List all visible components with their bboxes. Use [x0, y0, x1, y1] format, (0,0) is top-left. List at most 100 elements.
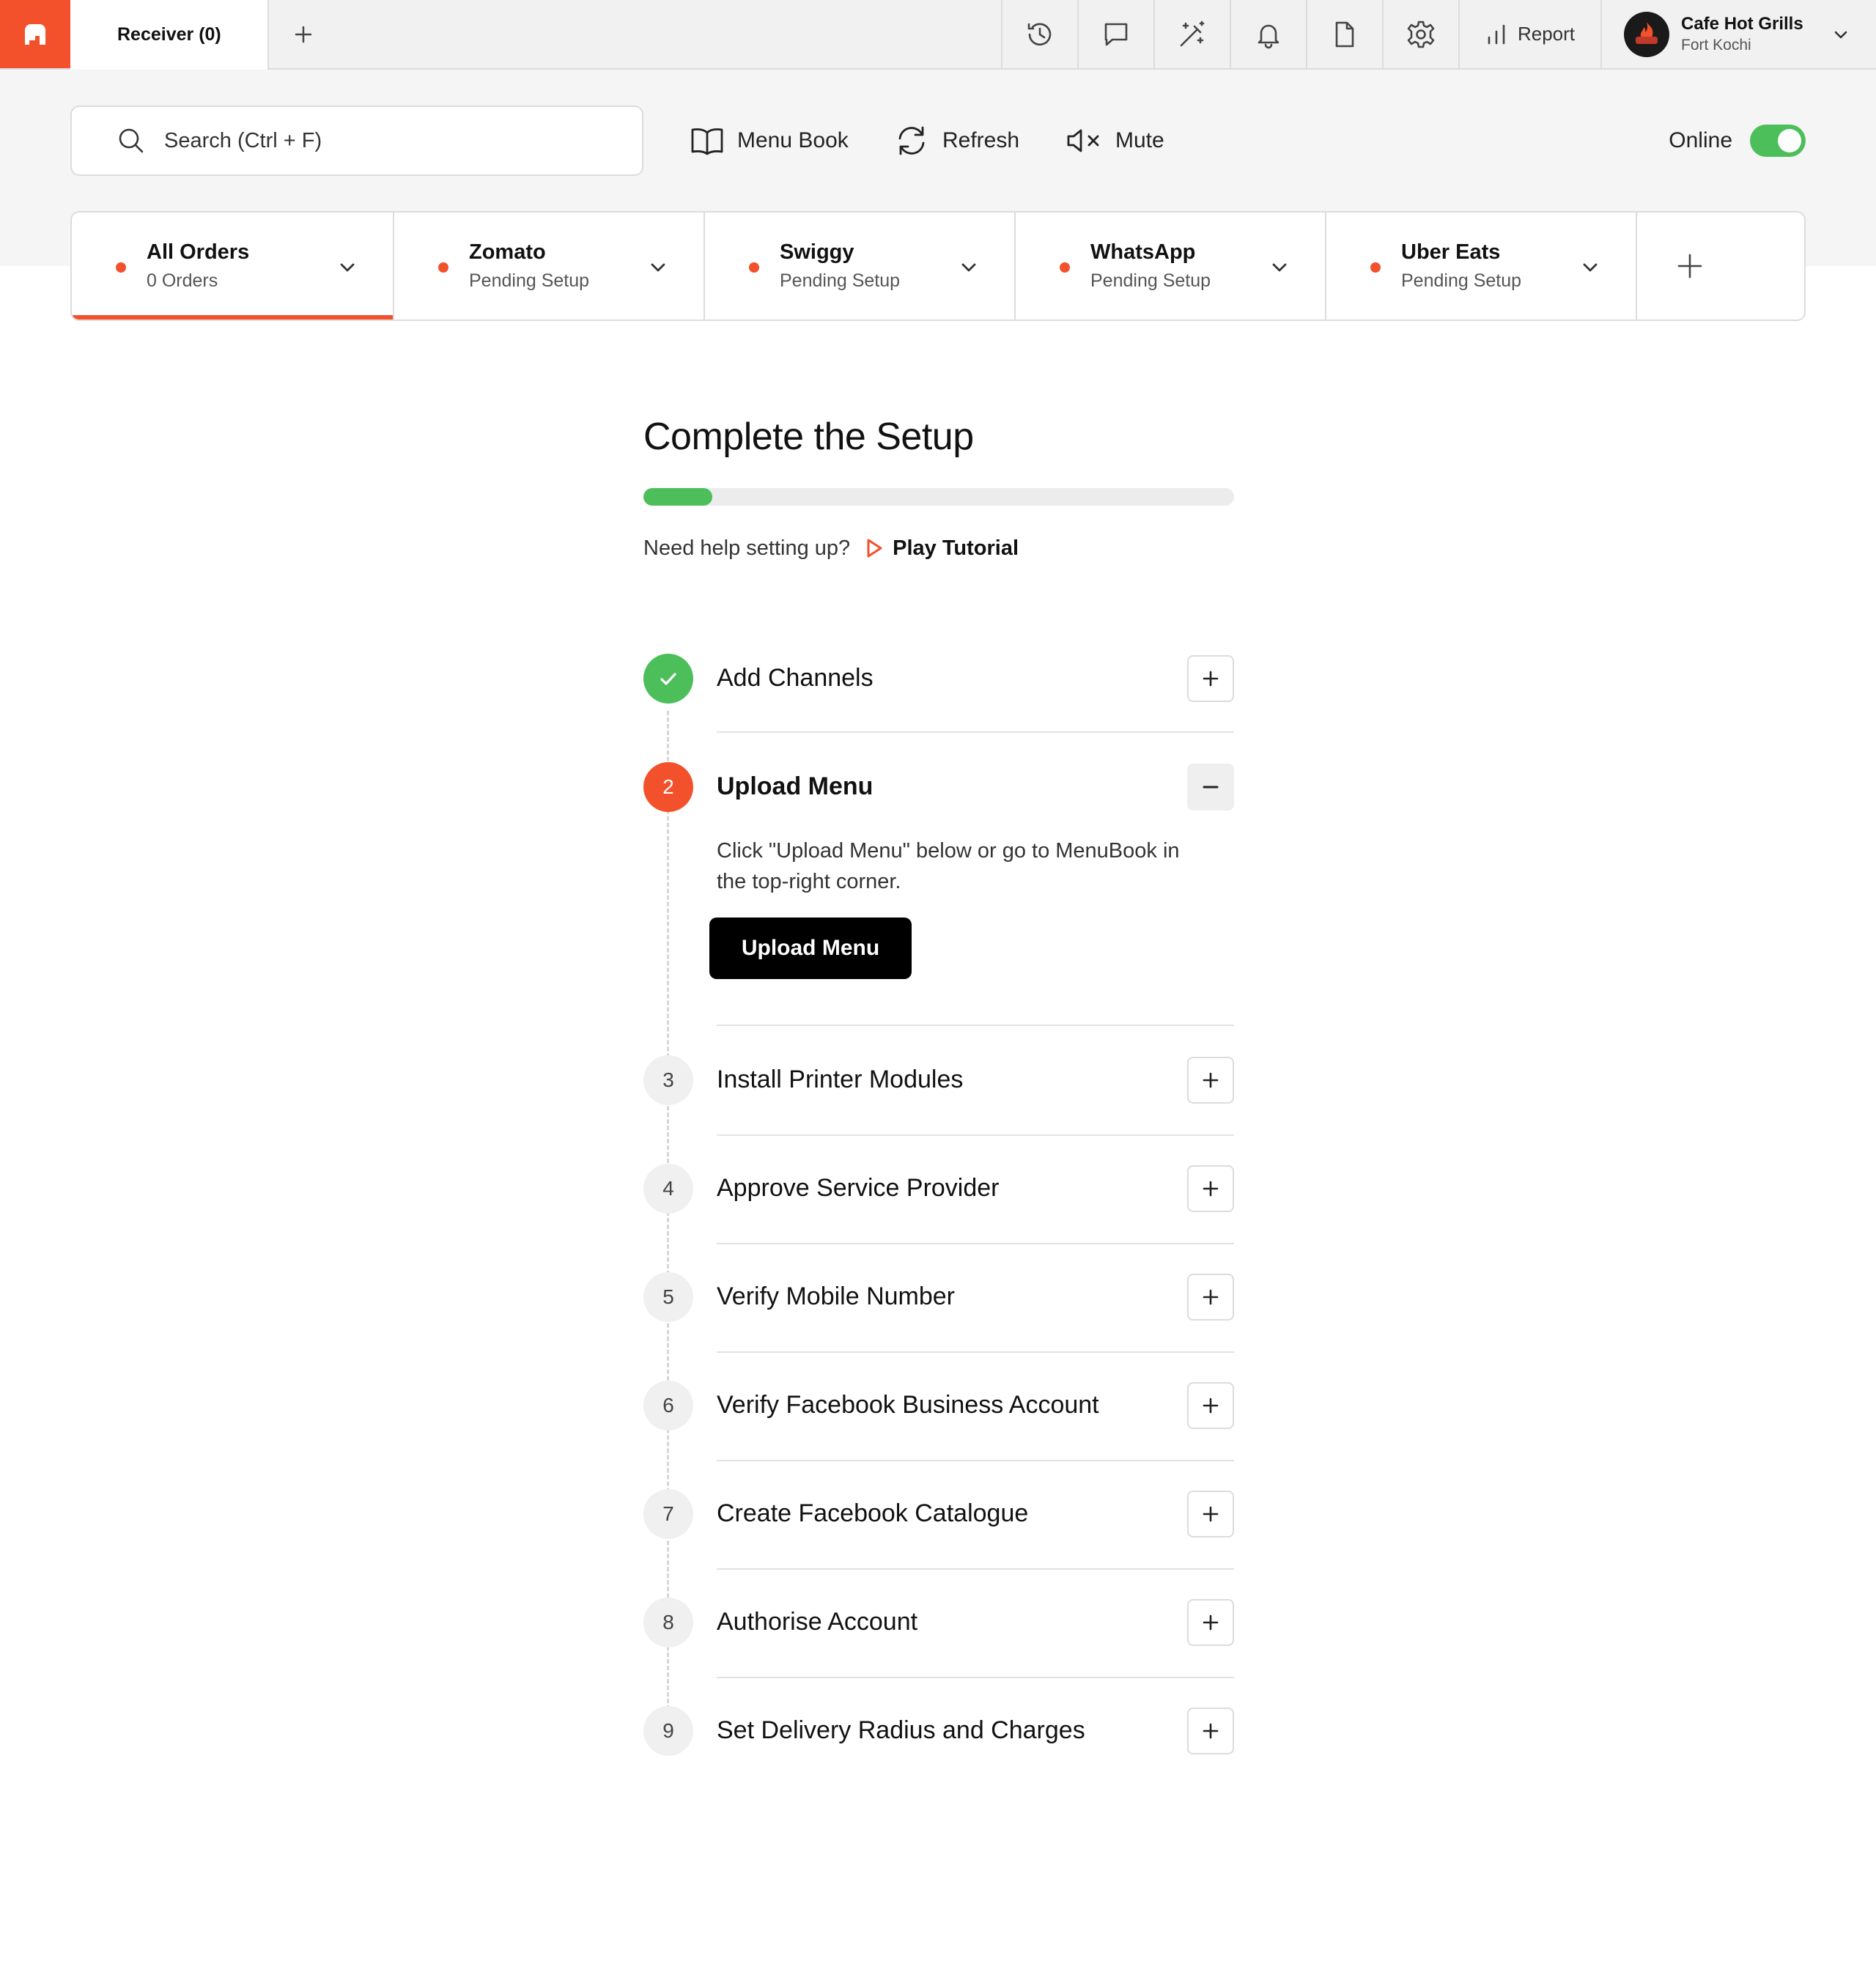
- step-label: Approve Service Provider: [717, 1174, 1000, 1202]
- setup-title: Complete the Setup: [643, 416, 974, 458]
- step-number-badge: 8: [643, 1598, 693, 1647]
- app-logo[interactable]: [0, 0, 70, 68]
- expand-step-button[interactable]: [1187, 1708, 1234, 1754]
- plus-icon: [1203, 1398, 1219, 1414]
- chat-button[interactable]: [1077, 0, 1153, 68]
- search-input[interactable]: [164, 128, 575, 153]
- step-divider: [717, 1677, 1234, 1678]
- magic-wand-button[interactable]: [1153, 0, 1230, 68]
- bar-chart-icon: [1488, 24, 1505, 44]
- step-number-badge: 6: [643, 1381, 693, 1430]
- step-divider: [717, 1568, 1234, 1570]
- tab-zomato[interactable]: Zomato Pending Setup: [394, 213, 705, 320]
- step-label: Verify Mobile Number: [717, 1282, 956, 1310]
- channel-name: Swiggy: [780, 240, 854, 264]
- step-divider: [717, 1460, 1234, 1461]
- refresh-icon: [898, 126, 925, 155]
- step-number-badge: 5: [643, 1272, 693, 1322]
- play-tutorial-label: Play Tutorial: [893, 536, 1019, 560]
- plus-icon: [1203, 1181, 1219, 1197]
- add-channel-button[interactable]: [1637, 213, 1804, 320]
- app-logo-icon: [25, 23, 45, 45]
- help-text: Need help setting up?: [643, 536, 851, 560]
- step-label: Install Printer Modules: [717, 1066, 964, 1093]
- tab-uber-eats[interactable]: Uber Eats Pending Setup: [1326, 213, 1637, 320]
- plus-icon: [1203, 1072, 1219, 1088]
- chevron-down-icon: [1834, 31, 1847, 38]
- online-toggle[interactable]: [1750, 125, 1806, 157]
- plus-icon: [1203, 1723, 1219, 1739]
- toggle-knob: [1778, 129, 1801, 152]
- plus-icon: [1203, 1506, 1219, 1522]
- restaurant-logo-icon: [1636, 21, 1658, 44]
- mute-button[interactable]: Mute: [1066, 123, 1164, 158]
- expand-step-button[interactable]: [1187, 1274, 1234, 1321]
- document-button[interactable]: [1306, 0, 1382, 68]
- check-icon: [660, 673, 676, 685]
- channel-status: Pending Setup: [469, 270, 590, 291]
- channel-name: Zomato: [469, 240, 546, 264]
- plus-icon: [1203, 671, 1219, 687]
- help-row: Need help setting up? Play Tutorial: [643, 534, 1019, 563]
- channel-status: Pending Setup: [1401, 270, 1522, 291]
- step-label: Create Facebook Catalogue: [717, 1499, 1029, 1527]
- magic-wand-icon: [1180, 21, 1205, 46]
- tab-whatsapp[interactable]: WhatsApp Pending Setup: [1016, 213, 1326, 320]
- add-tab-button[interactable]: [269, 0, 338, 68]
- step-divider: [717, 1243, 1234, 1244]
- tab-swiggy[interactable]: Swiggy Pending Setup: [705, 213, 1016, 320]
- search-box[interactable]: [70, 106, 643, 176]
- expand-step-button[interactable]: [1187, 1057, 1234, 1104]
- tab-receiver-label: Receiver (0): [117, 24, 221, 45]
- minus-icon: [1203, 786, 1219, 789]
- step-label: Verify Facebook Business Account: [717, 1391, 1099, 1419]
- expand-step-button[interactable]: [1187, 1599, 1234, 1646]
- expand-step-button[interactable]: [1187, 655, 1234, 702]
- collapse-step-button[interactable]: [1187, 764, 1234, 811]
- status-dot: [438, 262, 448, 273]
- account-menu[interactable]: Cafe Hot Grills Fort Kochi: [1600, 0, 1876, 68]
- step-label: Authorise Account: [717, 1608, 918, 1636]
- step-complete-badge: [643, 654, 693, 704]
- menu-book-button[interactable]: Menu Book: [690, 123, 849, 158]
- step-divider: [717, 1134, 1234, 1136]
- account-name: Cafe Hot Grills: [1681, 14, 1803, 34]
- history-button[interactable]: [1001, 0, 1077, 68]
- top-spacer: [338, 0, 1001, 68]
- plus-icon: [1677, 254, 1702, 278]
- tab-receiver[interactable]: Receiver (0): [70, 0, 269, 70]
- upload-menu-button[interactable]: Upload Menu: [709, 918, 912, 979]
- channel-name: All Orders: [147, 240, 250, 264]
- play-tutorial-link[interactable]: Play Tutorial: [865, 536, 1019, 561]
- refresh-label: Refresh: [942, 128, 1020, 152]
- bell-icon: [1258, 24, 1279, 48]
- settings-button[interactable]: [1382, 0, 1458, 68]
- plus-icon: [295, 26, 312, 43]
- refresh-button[interactable]: Refresh: [894, 123, 1019, 158]
- step-label: Add Channels: [717, 664, 874, 692]
- plus-icon: [1203, 1289, 1219, 1305]
- expand-step-button[interactable]: [1187, 1165, 1234, 1212]
- step-number-badge: 4: [643, 1164, 693, 1214]
- step-connector-line: [667, 711, 669, 1729]
- account-location: Fort Kochi: [1681, 37, 1751, 53]
- notifications-button[interactable]: [1230, 0, 1306, 68]
- expand-step-button[interactable]: [1187, 1382, 1234, 1429]
- channel-name: Uber Eats: [1401, 240, 1501, 264]
- upload-menu-description: Click "Upload Menu" below or go to MenuB…: [717, 839, 1180, 893]
- step-divider: [717, 1025, 1234, 1026]
- channel-tabs: All Orders 0 Orders Zomato Pending Setup…: [70, 211, 1806, 321]
- tab-all-orders[interactable]: All Orders 0 Orders: [72, 213, 394, 320]
- setup-progress-bar: [643, 488, 1234, 506]
- avatar: [1624, 11, 1669, 57]
- speaker-muted-icon: [1067, 129, 1099, 152]
- report-button[interactable]: Report: [1458, 0, 1600, 68]
- setup-progress-fill: [643, 488, 713, 506]
- chat-icon: [1104, 23, 1128, 45]
- menu-book-label: Menu Book: [737, 128, 849, 152]
- status-dot: [1060, 262, 1070, 273]
- expand-step-button[interactable]: [1187, 1491, 1234, 1537]
- channel-status: 0 Orders: [147, 270, 218, 291]
- report-label: Report: [1517, 23, 1576, 45]
- step-number-badge: 7: [643, 1489, 693, 1539]
